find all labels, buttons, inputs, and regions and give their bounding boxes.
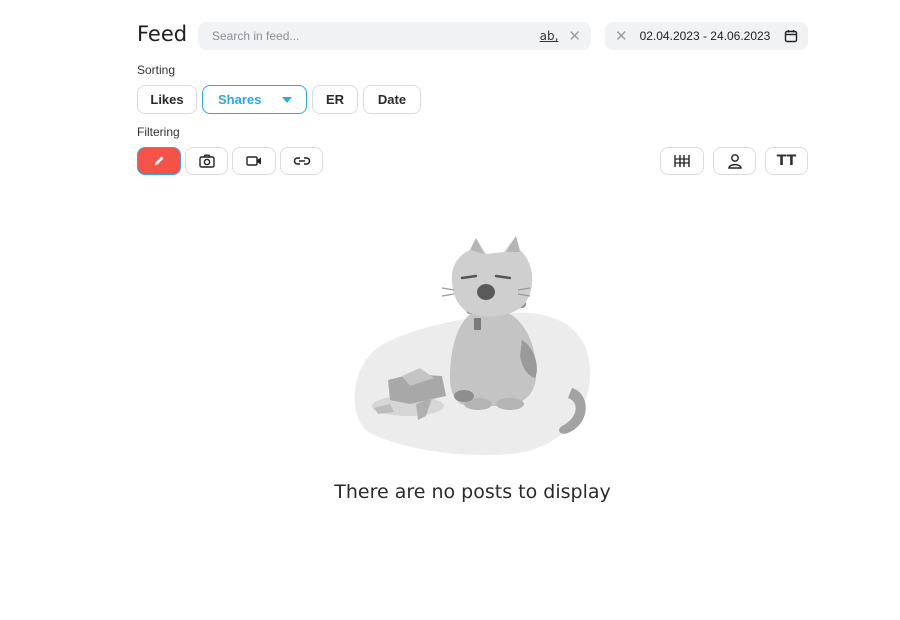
link-icon: [293, 157, 310, 165]
person-icon: [727, 154, 742, 169]
sad-cat-illustration: [354, 236, 591, 456]
sort-date-button[interactable]: Date: [363, 85, 421, 114]
empty-state-message: There are no posts to display: [334, 481, 611, 503]
search-input[interactable]: [212, 29, 540, 43]
search-bar[interactable]: ab, ✕: [198, 22, 591, 50]
filter-author-button[interactable]: [713, 147, 756, 175]
clear-date-icon[interactable]: ✕: [615, 29, 628, 44]
match-case-toggle[interactable]: ab,: [540, 29, 559, 43]
caret-down-icon: [282, 96, 292, 103]
date-range-value: 02.04.2023 - 24.06.2023: [639, 29, 771, 43]
calendar-icon[interactable]: [784, 29, 798, 43]
filtering-label: Filtering: [137, 125, 180, 139]
sort-er-button[interactable]: ER: [312, 85, 358, 114]
sort-likes-label: Likes: [150, 92, 184, 107]
sort-shares-dropdown[interactable]: Shares: [202, 85, 307, 114]
page-title: Feed: [137, 22, 188, 46]
sort-er-label: ER: [325, 92, 345, 107]
sorting-label: Sorting: [137, 63, 176, 77]
video-icon: [246, 156, 261, 166]
filter-text-posts-button[interactable]: [137, 147, 181, 175]
sort-likes-button[interactable]: Likes: [137, 85, 197, 114]
filter-video-button[interactable]: [232, 147, 276, 175]
filter-link-button[interactable]: [280, 147, 323, 175]
camera-icon: [198, 154, 215, 168]
sort-date-label: Date: [377, 92, 407, 107]
text-size-icon: TT: [776, 153, 797, 169]
columns-icon: [674, 155, 690, 167]
view-columns-button[interactable]: [660, 147, 704, 175]
filter-photo-button[interactable]: [185, 147, 228, 175]
text-size-button[interactable]: TT: [765, 147, 808, 175]
clear-search-icon[interactable]: ✕: [568, 29, 581, 44]
sort-shares-label: Shares: [218, 92, 262, 107]
pencil-icon: [154, 156, 164, 166]
date-range-picker[interactable]: ✕ 02.04.2023 - 24.06.2023: [605, 22, 808, 50]
